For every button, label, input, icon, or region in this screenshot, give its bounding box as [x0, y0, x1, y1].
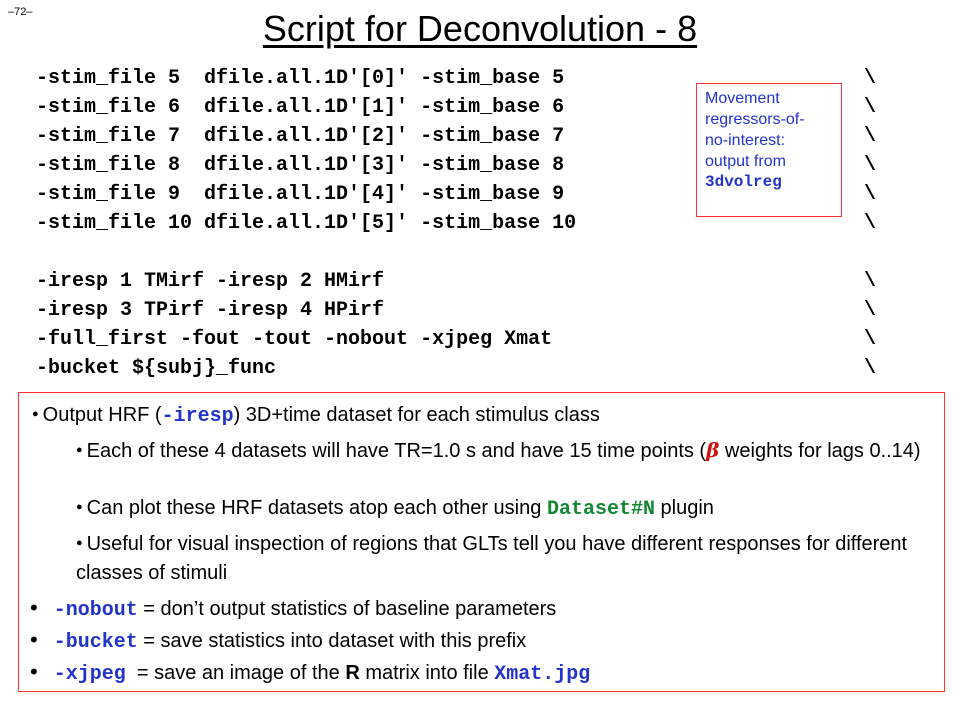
note-program: 3dvolreg [705, 173, 782, 191]
bullet-text: = save statistics into dataset with this… [137, 630, 527, 652]
bullet-text: = don’t output statistics of baseline pa… [137, 598, 557, 620]
bullet-text: ) 3D+time dataset for each stimulus clas… [233, 404, 600, 426]
code-text: -stim_file 10 dfile.all.1D'[5]' -stim_ba… [36, 212, 577, 235]
line-continuation: \ [864, 183, 877, 206]
bullet-dot: ● [76, 536, 83, 549]
bullet-keyword: -iresp [161, 405, 234, 428]
bullet-dot: • [30, 659, 38, 684]
bullet-keyword: -nobout [53, 599, 138, 622]
note-line: Movement [705, 90, 780, 107]
bullet-keyword: Dataset#N [546, 498, 655, 521]
sub-bullet-visual: ● Useful for visual inspection of regions… [76, 530, 936, 587]
code-text: -stim_file 8 dfile.all.1D'[3]' -stim_bas… [36, 154, 565, 177]
code-text: -stim_file 5 dfile.all.1D'[0]' -stim_bas… [36, 67, 565, 90]
bullet-dot: ● [76, 500, 83, 513]
line-continuation: \ [864, 357, 877, 380]
bullet-text: Useful for visual inspection of regions … [76, 533, 908, 584]
code-spacer [36, 238, 886, 267]
sub-bullet-datasets: ● Each of these 4 datasets will have TR=1… [76, 436, 936, 466]
note-line: output from [705, 153, 786, 170]
bullet-text: Each of these 4 datasets will have TR=1.… [86, 440, 707, 462]
code-line: -iresp 1 TMirf -iresp 2 HMirf \ [36, 267, 886, 296]
note-line: no-interest: [705, 132, 786, 149]
line-continuation: \ [864, 96, 877, 119]
bullet-xjpeg: • -xjpeg = save an image of the R matrix … [30, 659, 590, 688]
line-continuation: \ [864, 125, 877, 148]
bullet-dot: ● [76, 443, 83, 456]
code-text: -iresp 3 TPirf -iresp 4 HPirf [36, 299, 385, 322]
beta-symbol: β [706, 438, 720, 462]
line-continuation: \ [864, 154, 877, 177]
bullet-text: matrix into file [359, 662, 495, 684]
code-text: -stim_file 9 dfile.all.1D'[4]' -stim_bas… [36, 183, 565, 206]
bullet-dot: • [30, 595, 38, 620]
bullet-text: = save an image of the [125, 662, 346, 684]
sub-bullet-plot: ● Can plot these HRF datasets atop each o… [76, 494, 936, 524]
code-line: -full_first -fout -tout -nobout -xjpeg X… [36, 325, 886, 354]
bullet-keyword: Xmat.jpg [494, 663, 591, 686]
bullet-dot: • [30, 627, 38, 652]
bullet-output-hrf: ● Output HRF (-iresp) 3D+time dataset for… [32, 402, 600, 430]
code-line: -bucket ${subj}_func \ [36, 354, 886, 383]
code-line: -iresp 3 TPirf -iresp 4 HPirf \ [36, 296, 886, 325]
line-continuation: \ [864, 328, 877, 351]
line-continuation: \ [864, 67, 877, 90]
slide-title: Script for Deconvolution - 8 [262, 8, 698, 49]
code-text: -stim_file 6 dfile.all.1D'[1]' -stim_bas… [36, 96, 565, 119]
line-continuation: \ [864, 299, 877, 322]
bullet-text: weights for lags 0..14) [719, 440, 921, 462]
bullet-text: plugin [654, 497, 714, 519]
bullet-text: Can plot these HRF datasets atop each ot… [86, 497, 547, 519]
line-continuation: \ [864, 212, 877, 235]
code-text: -iresp 1 TMirf -iresp 2 HMirf [36, 270, 385, 293]
code-text: -stim_file 7 dfile.all.1D'[2]' -stim_bas… [36, 125, 565, 148]
bullet-dot: ● [32, 407, 39, 420]
bullet-nobout: • -nobout = don’t output statistics of ba… [30, 595, 556, 624]
bullet-text: Output HRF ( [42, 404, 162, 426]
bullet-bold-text: R [345, 662, 360, 684]
movement-note-box: Movement regressors-of- no-interest: out… [696, 83, 842, 217]
note-line: regressors-of- [705, 111, 805, 128]
line-continuation: \ [864, 270, 877, 293]
bullet-keyword: -xjpeg [53, 663, 126, 686]
bullet-bucket: • -bucket = save statistics into dataset … [30, 627, 526, 656]
code-text: -full_first -fout -tout -nobout -xjpeg X… [36, 328, 553, 351]
code-text: -bucket ${subj}_func [36, 357, 277, 380]
bullet-keyword: -bucket [53, 631, 138, 654]
